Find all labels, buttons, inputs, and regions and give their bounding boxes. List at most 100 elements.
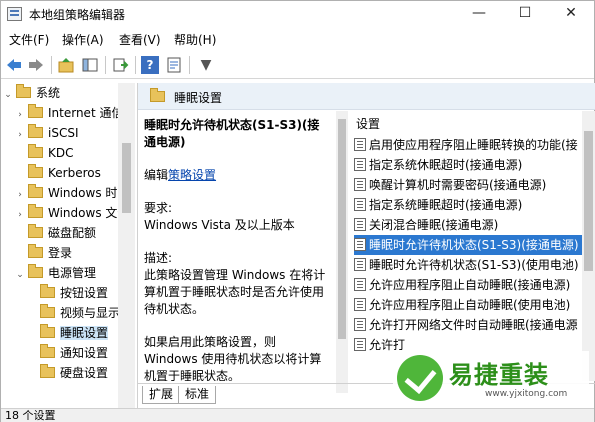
description-scrollbar[interactable] — [336, 111, 348, 393]
scrollbar-thumb[interactable] — [338, 119, 346, 339]
list-item[interactable]: 允许打开网络文件时自动睡眠(接通电源 — [354, 315, 586, 335]
list-item[interactable]: 唤醒计算机时需要密码(接通电源) — [354, 175, 586, 195]
folder-icon — [40, 364, 55, 378]
policy-icon — [354, 138, 366, 151]
window: 本地组策略编辑器 — ☐ ✕ 文件(F) 操作(A) 查看(V) 帮助(H) ? — [0, 0, 595, 422]
description: 描述: 此策略设置管理 Windows 在将计算机置于睡眠状态时是否允许使用待机状… — [144, 250, 330, 318]
tree-item[interactable]: › Windows 文件 — [15, 203, 129, 223]
tree-item[interactable]: 通知设置 — [27, 343, 108, 363]
policy-icon — [354, 198, 366, 211]
settings-column-header[interactable]: 设置 — [356, 115, 380, 132]
policy-icon — [354, 278, 366, 291]
details-header: 睡眠设置 — [138, 83, 595, 110]
chevron-right-icon[interactable]: › — [15, 185, 25, 205]
properties-icon[interactable] — [165, 56, 183, 74]
chevron-right-icon[interactable]: › — [15, 125, 25, 145]
setting-label: 启用使应用程序阻止睡眠转换的功能(接 — [369, 138, 578, 152]
status-bar: 18 个设置 — [1, 408, 594, 422]
export-list-icon[interactable] — [111, 56, 129, 74]
list-item-selected[interactable]: 睡眠时允许待机状态(S1-S3)(接通电源) — [354, 235, 586, 255]
setting-label: 允许打 — [369, 338, 406, 352]
setting-label: 指定系统睡眠超时(接通电源) — [369, 198, 523, 212]
tree-item[interactable]: KDC — [15, 143, 74, 163]
menu-action[interactable]: 操作(A) — [62, 31, 104, 48]
folder-icon — [28, 204, 43, 218]
folder-icon — [40, 324, 55, 338]
watermark-url: www.yjxitong.com — [485, 389, 568, 399]
list-item[interactable]: 允许应用程序阻止自动睡眠(接通电源) — [354, 275, 586, 295]
tree-item[interactable]: Kerberos — [15, 163, 101, 183]
maximize-button[interactable]: ☐ — [502, 1, 548, 27]
up-folder-icon[interactable] — [57, 56, 75, 74]
scrollbar-thumb[interactable] — [584, 131, 593, 271]
tab-extended[interactable]: 扩展 — [142, 386, 181, 404]
setting-label: 睡眠时允许待机状态(S1-S3)(接通电源) — [369, 238, 579, 252]
tree-item-label: 通知设置 — [60, 346, 109, 360]
folder-icon — [28, 264, 43, 278]
chevron-right-icon[interactable]: › — [15, 205, 25, 225]
close-button[interactable]: ✕ — [548, 1, 594, 27]
menu-help[interactable]: 帮助(H) — [174, 31, 216, 48]
folder-icon — [40, 284, 55, 298]
list-scrollbar[interactable] — [582, 111, 595, 381]
tree-item[interactable]: › Internet 通信 — [15, 103, 123, 123]
folder-icon — [28, 164, 43, 178]
folder-icon — [28, 224, 43, 238]
menu-view[interactable]: 查看(V) — [119, 31, 161, 48]
tree-item-label: KDC — [48, 146, 74, 160]
list-item[interactable]: 指定系统休眠超时(接通电源) — [354, 155, 586, 175]
tab-standard[interactable]: 标准 — [178, 386, 217, 404]
minimize-button[interactable]: — — [456, 1, 502, 27]
back-arrow-icon[interactable] — [5, 56, 23, 74]
description-label: 描述: — [144, 251, 173, 265]
settings-list: 设置 启用使应用程序阻止睡眠转换的功能(接 指定系统休眠超时(接通电源) 唤醒计… — [350, 111, 595, 381]
policy-icon — [354, 178, 366, 191]
list-item[interactable]: 允许应用程序阻止自动睡眠(使用电池) — [354, 295, 586, 315]
tree-item[interactable]: › Windows 时间 — [15, 183, 129, 203]
tree-item-system[interactable]: ⌄ 系统 — [3, 83, 60, 103]
description-panel: 睡眠时允许待机状态(S1-S3)(接通电源) 编辑策略设置 要求: Windows… — [138, 111, 336, 381]
tree-item-sleep-settings[interactable]: 睡眠设置 — [27, 323, 109, 343]
help-icon[interactable]: ? — [141, 56, 159, 74]
tree-item-label: 登录 — [48, 246, 73, 260]
policy-icon — [354, 318, 366, 331]
tree-item[interactable]: 登录 — [15, 243, 72, 263]
tree-item-power[interactable]: ⌄ 电源管理 — [15, 263, 96, 283]
scrollbar-thumb[interactable] — [122, 143, 131, 213]
tree-item[interactable]: 按钮设置 — [27, 283, 108, 303]
policy-icon — [354, 258, 366, 271]
tree-item[interactable]: 硬盘设置 — [27, 363, 108, 383]
show-tree-icon[interactable] — [81, 56, 99, 74]
toolbar-separator — [51, 56, 52, 74]
edit-line: 编辑策略设置 — [144, 167, 330, 184]
chevron-down-icon[interactable]: ⌄ — [15, 265, 25, 285]
tree-item[interactable]: › iSCSI — [15, 123, 79, 143]
list-item[interactable]: 指定系统睡眠超时(接通电源) — [354, 195, 586, 215]
folder-icon — [28, 124, 43, 138]
edit-policy-link[interactable]: 策略设置 — [168, 168, 216, 182]
filter-icon[interactable]: ▼ — [197, 56, 215, 74]
status-text: 18 个设置 — [5, 409, 56, 422]
folder-icon — [28, 184, 43, 198]
toolbar-separator — [105, 56, 106, 74]
menu-file[interactable]: 文件(F) — [9, 31, 49, 48]
tree-item-label: 视频与显示 — [60, 306, 121, 320]
list-item[interactable]: 睡眠时允许待机状态(S1-S3)(使用电池) — [354, 255, 586, 275]
forward-arrow-icon[interactable] — [27, 56, 45, 74]
tree-item[interactable]: 视频与显示 — [27, 303, 120, 323]
chevron-right-icon[interactable]: › — [15, 105, 25, 125]
tree-scrollbar[interactable] — [118, 83, 135, 409]
chevron-down-icon[interactable]: ⌄ — [3, 85, 13, 105]
tree-item-label: 系统 — [36, 86, 61, 100]
list-item[interactable]: 启用使应用程序阻止睡眠转换的功能(接 — [354, 135, 586, 155]
setting-label: 关闭混合睡眠(接通电源) — [369, 218, 499, 232]
policy-title: 睡眠时允许待机状态(S1-S3)(接通电源) — [144, 118, 320, 149]
folder-icon — [28, 144, 43, 158]
window-title: 本地组策略编辑器 — [29, 8, 126, 22]
folder-icon — [150, 88, 165, 102]
policy-icon — [354, 338, 366, 351]
list-item[interactable]: 关闭混合睡眠(接通电源) — [354, 215, 586, 235]
description-more: 如果启用此策略设置，则 Windows 使用待机状态以将计算机置于睡眠状态。 — [144, 335, 322, 381]
toolbar-separator — [135, 56, 136, 74]
tree-item[interactable]: 磁盘配额 — [15, 223, 96, 243]
